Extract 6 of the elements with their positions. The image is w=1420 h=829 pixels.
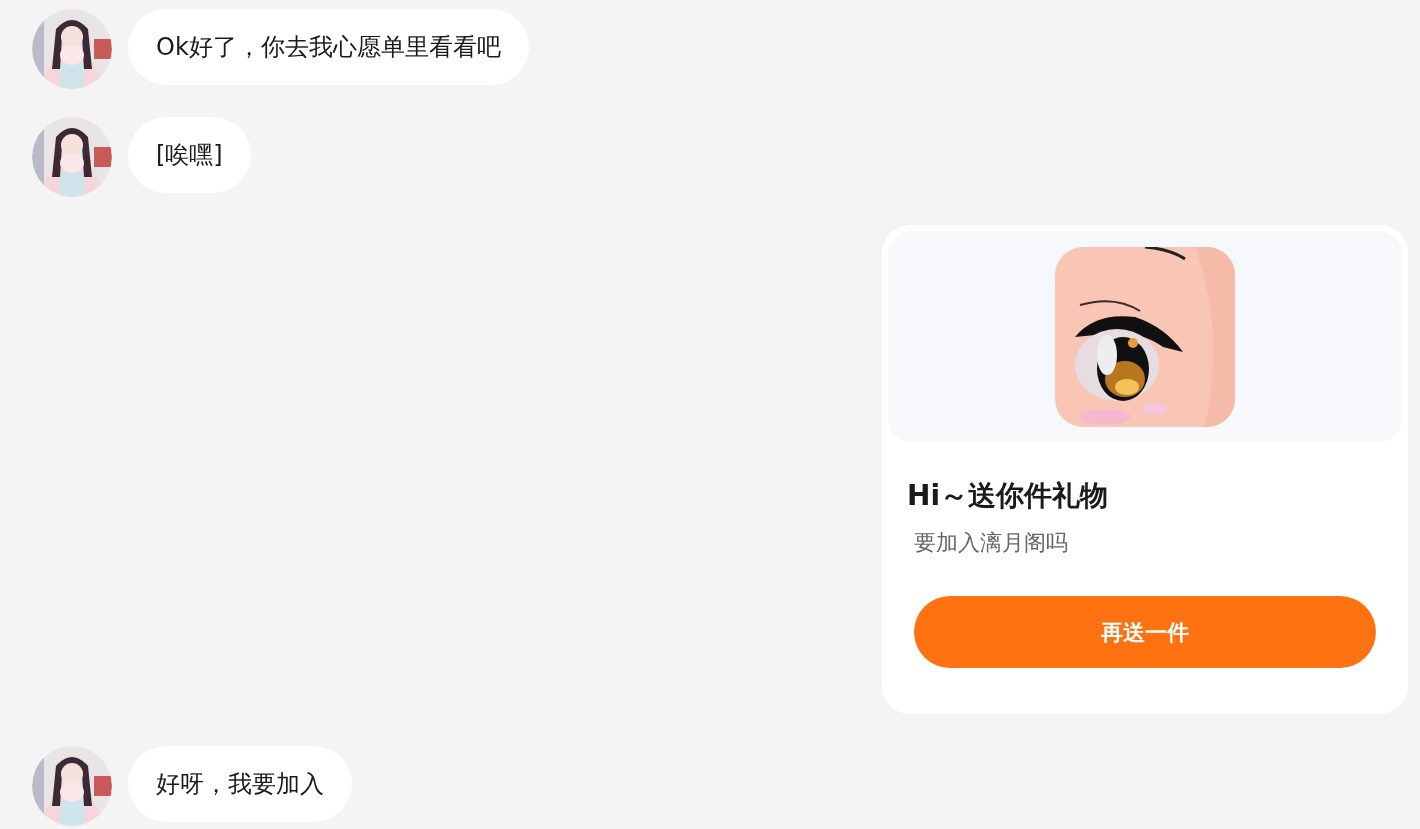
gift-title: Hi～送你件礼物 bbox=[907, 478, 1110, 514]
message-bubble: [唉嘿] bbox=[128, 117, 251, 193]
send-again-button[interactable]: 再送一件 bbox=[914, 596, 1376, 668]
message-bubble: Ok好了，你去我心愿单里看看吧 bbox=[128, 9, 529, 85]
gift-subtitle: 要加入漓月阁吗 bbox=[914, 529, 1069, 557]
message-bubble: 好呀，我要加入 bbox=[128, 746, 352, 822]
